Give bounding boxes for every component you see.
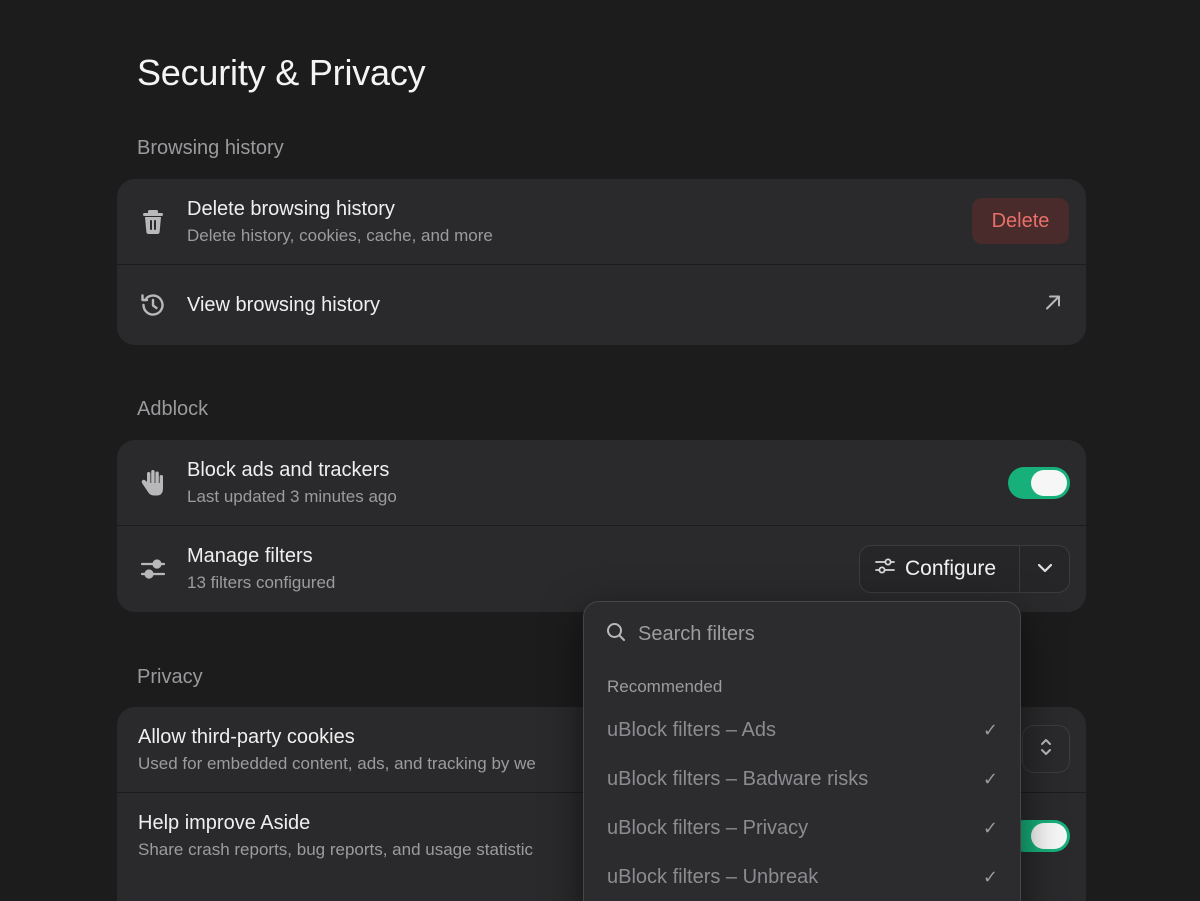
chevron-up-down-icon [1039,737,1053,762]
toggle-knob [1031,469,1067,496]
delete-history-title: Delete browsing history [187,197,395,220]
filter-option-label: uBlock filters – Badware risks [607,767,869,790]
filter-option[interactable]: uBlock filters – Badware risks ✓ [607,763,998,795]
filter-option-label: uBlock filters – Ads [607,718,776,741]
dropdown-group-label: Recommended [607,677,723,696]
filter-dropdown: Search filters Recommended uBlock filter… [583,601,1021,901]
check-icon: ✓ [982,719,998,740]
third-party-cookies-title: Allow third-party cookies [138,725,355,748]
filter-option[interactable]: uBlock filters – Privacy ✓ [607,812,998,844]
filter-option-label: uBlock filters – Privacy [607,816,809,839]
third-party-cookies-subtitle: Used for embedded content, ads, and trac… [138,753,536,773]
history-icon [139,291,167,319]
filter-option[interactable]: uBlock filters – Ads ✓ [607,714,998,746]
view-history-text: View browsing history [187,292,380,318]
settings-sliders-icon [875,556,895,582]
delete-history-subtitle: Delete history, cookies, cache, and more [187,225,493,245]
third-party-cookies-text: Allow third-party cookies Used for embed… [138,724,536,776]
delete-history-button[interactable]: Delete [972,198,1069,244]
check-icon: ✓ [982,768,998,789]
filter-search[interactable]: Search filters [606,622,755,647]
block-ads-row: Block ads and trackers Last updated 3 mi… [117,440,1086,526]
help-improve-text: Help improve Aside Share crash reports, … [138,810,533,862]
delete-history-text: Delete browsing history Delete history, … [187,196,493,248]
trash-icon [139,208,167,236]
manage-filters-subtitle: 13 filters configured [187,573,336,592]
section-label-adblock: Adblock [137,398,209,420]
filter-option[interactable]: uBlock filters – Unbreak ✓ [607,861,998,893]
view-history-row[interactable]: View browsing history [117,265,1086,345]
block-ads-text: Block ads and trackers Last updated 3 mi… [187,457,397,509]
arrow-up-right-icon[interactable] [1044,294,1062,317]
toggle-knob [1031,823,1067,849]
manage-filters-row: Manage filters 13 filters configured Con… [117,526,1086,612]
configure-label: Configure [905,557,997,580]
help-improve-subtitle: Share crash reports, bug reports, and us… [138,840,533,859]
chevron-down-icon [1037,560,1053,578]
section-label-privacy: Privacy [137,666,203,688]
configure-menu-toggle[interactable] [1020,546,1069,592]
manage-filters-text: Manage filters 13 filters configured [187,543,335,595]
filter-option-label: uBlock filters – Unbreak [607,865,819,888]
block-ads-subtitle: Last updated 3 minutes ago [187,486,397,506]
block-ads-title: Block ads and trackers [187,458,390,481]
browsing-history-card: Delete browsing history Delete history, … [117,179,1086,345]
help-improve-title: Help improve Aside [138,812,311,834]
search-icon [606,622,626,647]
manage-filters-title: Manage filters [187,545,313,567]
configure-split-button: Configure [859,545,1070,593]
adblock-card: Block ads and trackers Last updated 3 mi… [117,440,1086,612]
section-label-browsing-history: Browsing history [137,137,284,159]
sliders-icon [139,555,167,583]
hand-icon [139,469,167,497]
cookies-select-stepper[interactable] [1022,725,1070,773]
configure-button[interactable]: Configure [860,546,1020,592]
block-ads-toggle[interactable] [1008,466,1070,499]
view-history-title: View browsing history [187,294,381,316]
page-title: Security & Privacy [137,52,426,93]
check-icon: ✓ [982,817,998,838]
check-icon: ✓ [982,866,998,887]
search-filters-input[interactable]: Search filters [638,623,755,646]
delete-history-row: Delete browsing history Delete history, … [117,179,1086,265]
